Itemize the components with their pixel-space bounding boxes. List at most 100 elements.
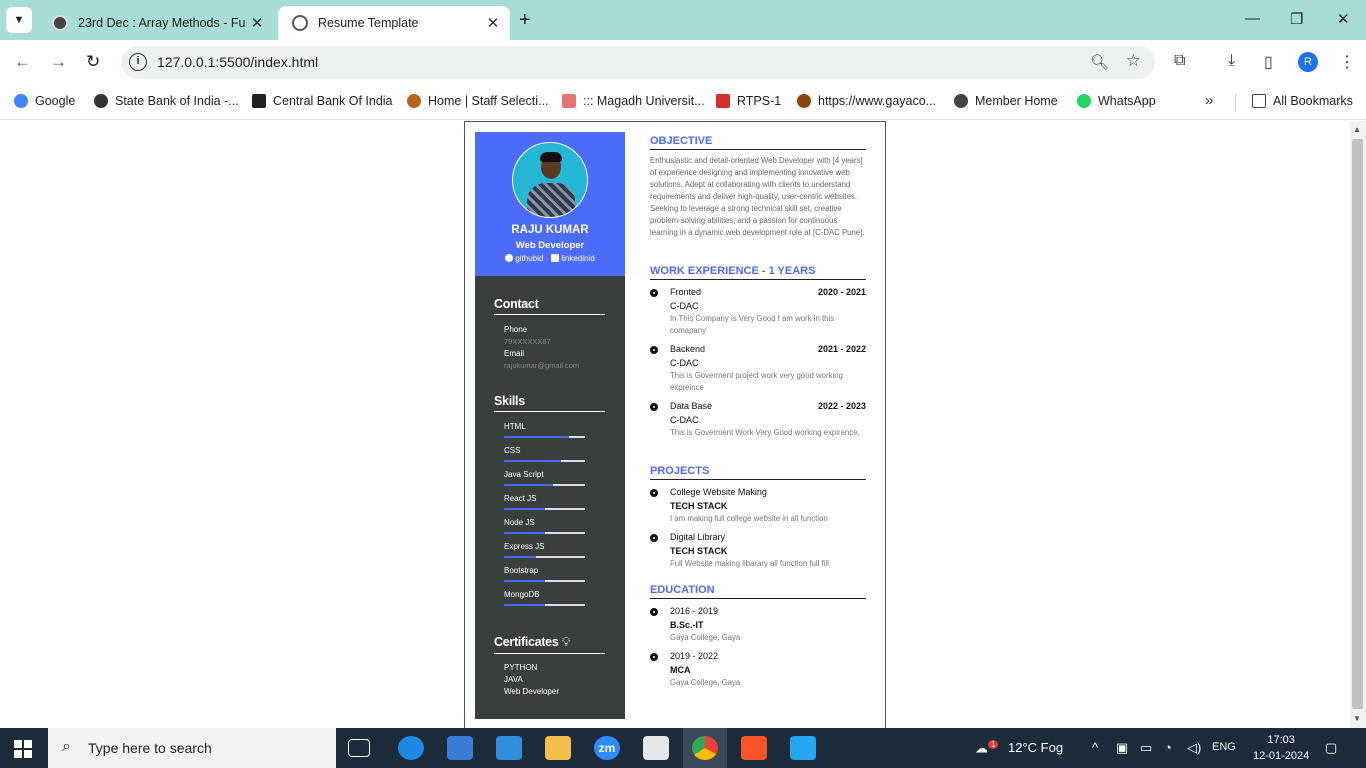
- bookmark-google[interactable]: Google: [14, 94, 75, 108]
- project-desc: Full Website making libarary all functio…: [670, 559, 829, 568]
- skill-name: HTML: [504, 422, 526, 431]
- tab-array-methods[interactable]: 23rd Dec : Array Methods - Full ✕: [38, 6, 274, 40]
- bookmark-whatsapp[interactable]: WhatsApp: [1077, 94, 1156, 108]
- back-button[interactable]: ←: [14, 52, 31, 72]
- windows-start-button[interactable]: [14, 740, 32, 758]
- reload-button[interactable]: ↻: [86, 52, 100, 72]
- github-link[interactable]: githubid: [505, 254, 543, 263]
- chrome-taskbar-button[interactable]: [683, 728, 727, 768]
- experience-org: C-DAC: [670, 358, 699, 368]
- store-icon[interactable]: [447, 736, 473, 760]
- battery-icon[interactable]: ▭: [1140, 740, 1152, 756]
- bookmark-rtps[interactable]: RTPS-1: [716, 94, 781, 108]
- all-bookmarks-button[interactable]: All Bookmarks: [1252, 94, 1353, 108]
- brave-icon[interactable]: [741, 736, 767, 760]
- bookmark-staff-selection[interactable]: Home | Staff Selecti...: [407, 94, 548, 108]
- forward-button[interactable]: →: [50, 52, 67, 72]
- skill-bar-fill: [504, 484, 553, 486]
- skill-bar-fill: [504, 532, 545, 534]
- bookmark-central-bank[interactable]: Central Bank Of India: [252, 94, 393, 108]
- bookmark-star-icon[interactable]: ☆: [1126, 51, 1141, 71]
- folder-icon: [1252, 94, 1266, 108]
- github-icon: [505, 254, 514, 262]
- skill-bar: [504, 532, 585, 534]
- language-indicator[interactable]: ENG: [1212, 741, 1236, 753]
- address-bar[interactable]: i 127.0.0.1:5500/index.html 🔍︎ ☆: [121, 46, 1155, 79]
- task-view-icon[interactable]: [348, 739, 370, 757]
- bookmark-gayacollege[interactable]: https://www.gayaco...: [797, 94, 936, 108]
- profile-name: RAJU KUMAR: [511, 224, 589, 236]
- linkedin-link[interactable]: linkedinid: [551, 254, 595, 263]
- scroll-up-icon[interactable]: ▲: [1353, 125, 1361, 134]
- skill-name: MongoDB: [504, 590, 540, 599]
- more-bookmarks-icon[interactable]: »: [1205, 92, 1213, 109]
- experience-years: 2020 - 2021: [817, 287, 866, 297]
- tab-title: Resume Template: [318, 16, 419, 30]
- meet-now-icon[interactable]: ▣: [1116, 740, 1128, 756]
- project-stack: TECH STACK: [670, 501, 728, 511]
- tab-resume-template[interactable]: Resume Template ✕: [278, 6, 510, 40]
- zoom-app-icon[interactable]: zm: [594, 736, 620, 760]
- globe-icon: [954, 94, 968, 108]
- volume-icon[interactable]: ◁): [1187, 740, 1201, 756]
- skill-bar: [504, 460, 585, 462]
- education-title: EDUCATION: [650, 584, 866, 599]
- clock-time: 17:03: [1267, 734, 1295, 746]
- site-info-icon[interactable]: i: [129, 53, 147, 71]
- contact-title: Contact: [494, 297, 605, 315]
- weather-badge: 1: [988, 740, 999, 749]
- project-stack: TECH STACK: [670, 546, 728, 556]
- close-window-button[interactable]: ✕: [1337, 10, 1350, 28]
- bookmark-sbi[interactable]: State Bank of India -...: [94, 94, 239, 108]
- taskbar-search[interactable]: ⌕ Type here to search: [48, 728, 336, 768]
- emblem-icon: [407, 94, 421, 108]
- experience-role: Backend: [670, 344, 706, 354]
- certificates-label: Certificates: [494, 635, 559, 649]
- skill-name: Java Script: [504, 470, 544, 479]
- skill-name: Express JS: [504, 542, 545, 551]
- extensions-icon[interactable]: ⧉: [1174, 52, 1185, 70]
- experience-org: C-DAC: [670, 301, 699, 311]
- profile-photo: [512, 142, 588, 218]
- mail-icon[interactable]: [496, 736, 522, 760]
- education-school: Gaya College, Gaya: [670, 633, 741, 642]
- restore-button[interactable]: ❐: [1290, 10, 1303, 28]
- bookmark-label: Google: [35, 94, 76, 108]
- lightbulb-icon: 💡︎: [561, 635, 571, 649]
- skill-bar-fill: [504, 580, 545, 582]
- scrollbar-thumb[interactable]: [1352, 139, 1363, 709]
- menu-icon[interactable]: ⋮: [1339, 52, 1355, 72]
- profile-avatar[interactable]: R: [1298, 52, 1318, 72]
- close-tab-icon[interactable]: ✕: [246, 14, 268, 32]
- tab-search-button[interactable]: ▼: [6, 7, 32, 33]
- bookmark-label: Member Home: [975, 94, 1058, 108]
- documents-icon[interactable]: [643, 736, 669, 760]
- edge-icon[interactable]: [398, 736, 424, 760]
- file-explorer-icon[interactable]: [545, 736, 571, 760]
- weather-text[interactable]: 12°C Fog: [1008, 740, 1063, 755]
- clock-date: 12-01-2024: [1253, 750, 1310, 762]
- bookmark-magadh-university[interactable]: ::: Magadh Universit...: [562, 94, 705, 108]
- clock[interactable]: 17:03 12-01-2024: [1253, 732, 1309, 764]
- phone-label: Phone: [504, 325, 528, 334]
- minimize-button[interactable]: —: [1245, 10, 1260, 27]
- zoom-icon[interactable]: 🔍︎: [1090, 53, 1109, 71]
- vscode-icon[interactable]: [790, 736, 816, 760]
- side-panel-icon[interactable]: ▯: [1264, 52, 1273, 72]
- education-school: Gaya College, Gaya: [670, 678, 741, 687]
- bookmark-member-home[interactable]: Member Home: [954, 94, 1058, 108]
- download-icon[interactable]: ⤓: [1228, 52, 1235, 70]
- skill-bar-fill: [504, 436, 569, 438]
- github-label: githubid: [515, 254, 544, 263]
- weather-icon[interactable]: ☁︎ 1: [975, 740, 999, 756]
- bookmark-label: Central Bank Of India: [273, 94, 393, 108]
- notifications-icon[interactable]: ▢: [1325, 740, 1337, 756]
- page-scrollbar[interactable]: ▲ ▼: [1350, 121, 1366, 728]
- new-tab-button[interactable]: +: [519, 9, 531, 32]
- search-icon: ⌕: [62, 738, 71, 755]
- close-tab-icon[interactable]: ✕: [482, 14, 504, 32]
- show-hidden-icons[interactable]: ^: [1092, 740, 1098, 755]
- wifi-icon[interactable]: ◔: [1164, 740, 1172, 755]
- bullet-icon: [650, 403, 658, 411]
- scroll-down-icon[interactable]: ▼: [1353, 714, 1361, 723]
